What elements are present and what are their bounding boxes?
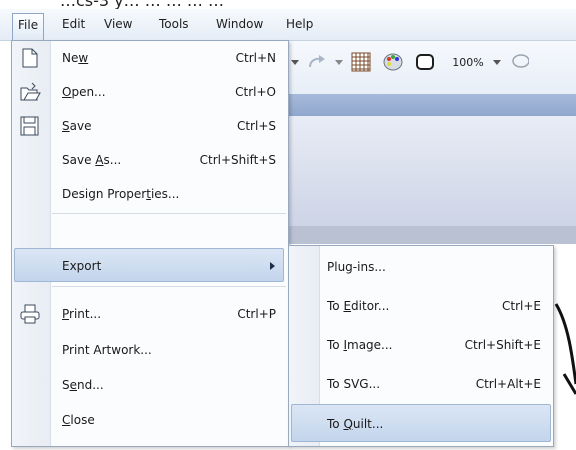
menu-tools[interactable]: Tools [153,14,195,35]
menu-item-export[interactable]: Export [14,248,284,282]
menu-help[interactable]: Help [280,14,319,35]
ribbon-band [288,94,576,116]
menu-item-close[interactable]: Close [12,403,288,437]
export-submenu: Plug-ins... To Editor... Ctrl+E To Image… [288,245,554,447]
menu-edit[interactable]: Edit [56,14,91,35]
shortcut-label: Ctrl+Alt+E [475,377,541,391]
menu-separator [52,286,286,287]
shortcut-label: Ctrl+N [235,51,276,65]
submenu-item-to-editor[interactable]: To Editor... Ctrl+E [289,287,553,325]
save-disk-icon [19,116,41,136]
shortcut-label: Ctrl+S [236,119,276,133]
title-strip: …cs-3 y… … … … … [0,0,576,9]
menu-item-open[interactable]: Open... Ctrl+O [12,75,288,109]
menu-item-save-as[interactable]: Save As... Ctrl+Shift+S [12,143,288,177]
submenu-arrow-icon [270,262,275,270]
submenu-item-to-svg[interactable]: To SVG... Ctrl+Alt+E [289,365,553,403]
menu-separator [52,213,286,214]
submenu-item-plugins[interactable]: Plug-ins... [289,248,553,286]
dropdown-arrow-icon[interactable] [334,51,344,73]
redo-icon[interactable] [306,51,328,73]
hoop-icon[interactable] [414,51,436,73]
menu-view[interactable]: View [98,14,138,35]
menu-file[interactable]: File [12,13,45,41]
new-document-icon [19,48,41,68]
printer-icon [19,304,41,324]
ruler-strip [288,226,576,244]
lasso-icon[interactable] [508,51,530,73]
workspace-panel [288,116,576,226]
open-folder-icon [19,82,41,102]
shortcut-label: Ctrl+P [237,307,276,321]
menu-window[interactable]: Window [210,14,269,35]
shortcut-label: Ctrl+Shift+E [464,338,541,352]
palette-icon[interactable] [382,51,404,73]
menu-item-design-properties[interactable]: Design Properties... [12,177,288,211]
grid-icon[interactable] [350,51,372,73]
toolbar: 100% [288,41,576,94]
submenu-item-to-quilt[interactable]: To Quilt... [291,404,551,442]
file-menu: New Ctrl+N Open... Ctrl+O Save Ctrl+S Sa… [11,40,289,447]
shortcut-label: Ctrl+O [235,85,276,99]
menu-item-print-artwork[interactable]: Print Artwork... [12,333,288,367]
submenu-item-to-image[interactable]: To Image... Ctrl+Shift+E [289,326,553,364]
menu-item-print[interactable]: Print... Ctrl+P [12,297,288,331]
zoom-value[interactable]: 100% [446,51,490,73]
menu-item-send[interactable]: Send... [12,368,288,402]
shortcut-label: Ctrl+E [502,299,541,313]
dropdown-arrow-icon[interactable] [492,51,502,73]
shortcut-label: Ctrl+Shift+S [199,153,276,167]
dropdown-arrow-icon[interactable] [290,51,300,73]
menu-item-new[interactable]: New Ctrl+N [12,41,288,75]
title-strip-text: …cs-3 y… … … … … [60,0,224,9]
menu-bar: File Edit View Tools Window Help [0,9,576,41]
menu-item-save[interactable]: Save Ctrl+S [12,109,288,143]
